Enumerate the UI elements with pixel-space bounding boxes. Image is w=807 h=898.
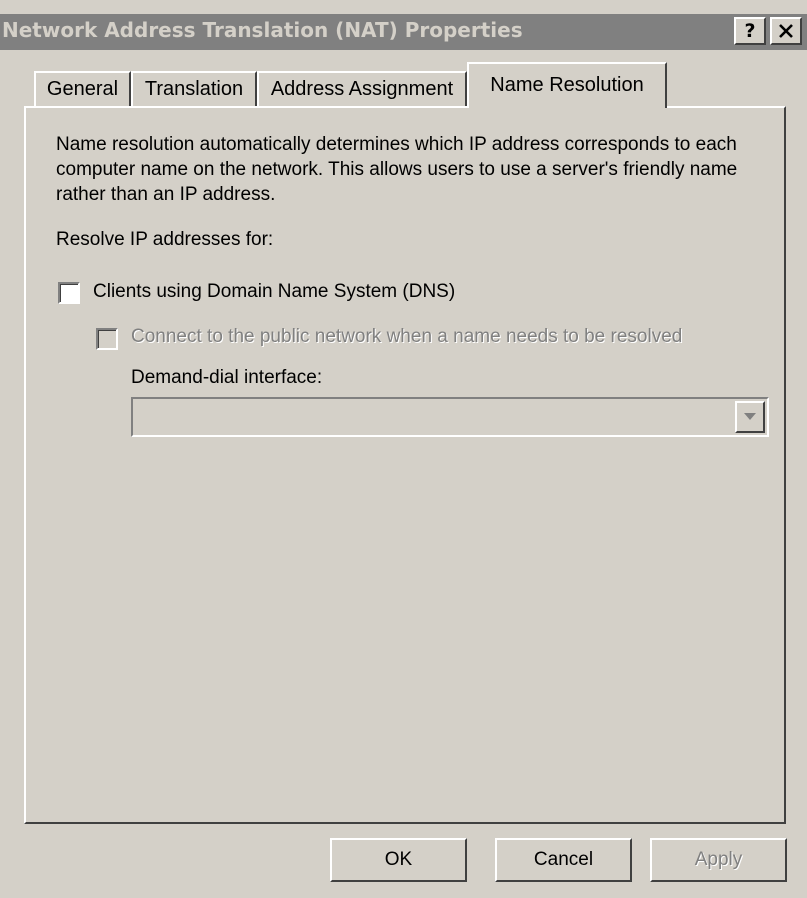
tab-address-assignment[interactable]: Address Assignment <box>257 71 467 106</box>
cancel-button[interactable]: Cancel <box>495 838 632 882</box>
tab-translation[interactable]: Translation <box>131 71 257 106</box>
ok-button[interactable]: OK <box>330 838 467 882</box>
dns-checkbox[interactable] <box>58 282 80 304</box>
apply-button: Apply <box>650 838 787 882</box>
tab-general[interactable]: General <box>34 71 131 106</box>
tab-name-resolution[interactable]: Name Resolution <box>467 62 667 108</box>
connect-public-network-checkbox <box>96 328 118 350</box>
window-title: Network Address Translation (NAT) Proper… <box>2 18 523 42</box>
close-button[interactable] <box>770 17 802 45</box>
dns-checkbox-label[interactable]: Clients using Domain Name System (DNS) <box>93 281 455 303</box>
description-text: Name resolution automatically determines… <box>56 134 738 205</box>
help-button[interactable]: ? <box>734 17 766 45</box>
resolve-label: Resolve IP addresses for: <box>56 229 274 250</box>
properties-dialog: Network Address Translation (NAT) Proper… <box>0 0 807 898</box>
demand-dial-select <box>131 397 769 437</box>
tab-panel <box>24 106 786 824</box>
connect-public-network-label: Connect to the public network when a nam… <box>131 326 683 347</box>
chevron-down-icon <box>744 413 756 420</box>
demand-dial-dropdown-button <box>735 401 765 433</box>
close-icon <box>779 24 793 38</box>
demand-dial-label: Demand-dial interface: <box>131 367 323 388</box>
title-bar[interactable]: Network Address Translation (NAT) Proper… <box>0 14 807 50</box>
